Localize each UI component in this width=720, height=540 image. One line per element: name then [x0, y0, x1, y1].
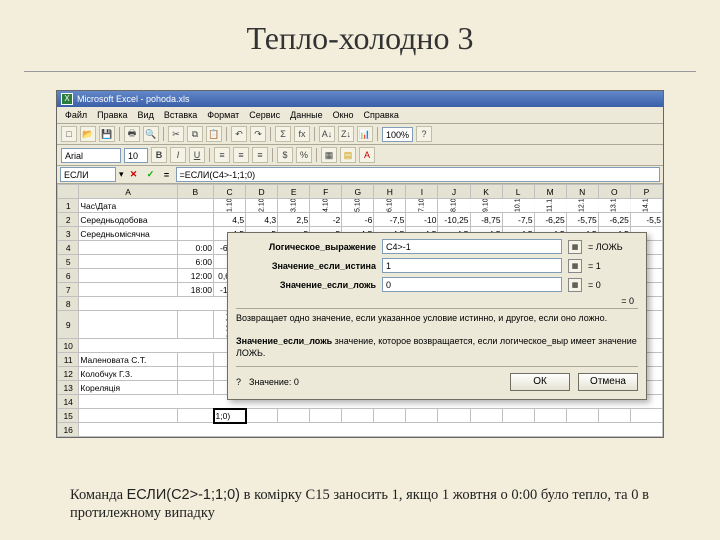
ref-picker-icon[interactable]: ▦	[568, 278, 582, 292]
formula-bar[interactable]: =ЕСЛИ(C4>-1;1;0)	[176, 167, 660, 182]
sort-asc-icon[interactable]: A↓	[319, 126, 335, 142]
cancel-icon[interactable]: ✕	[127, 169, 141, 180]
excel-window: X Microsoft Excel - pohoda.xls Файл Прав…	[56, 90, 664, 438]
standard-toolbar[interactable]: □ 📂 💾 🖶 🔍 ✂ ⧉ 📋 ↶ ↷ Σ fx A↓ Z↓ 📊 100% ?	[57, 124, 663, 145]
result-label: Значение: 0	[249, 377, 299, 387]
chart-icon[interactable]: 📊	[357, 126, 373, 142]
function-arguments-dialog[interactable]: Логическое_выражение ▦ = ЛОЖЬ Значение_е…	[227, 232, 647, 400]
row-2[interactable]: 2 Середньодобова 4,54,32,5-2 -6-7,5-10-1…	[58, 213, 663, 227]
function-description: Возвращает одно значение, если указанное…	[236, 308, 638, 360]
arg2-result: = 1	[588, 261, 638, 271]
cut-icon[interactable]: ✂	[168, 126, 184, 142]
italic-icon[interactable]: I	[170, 147, 186, 163]
redo-icon[interactable]: ↷	[250, 126, 266, 142]
copy-icon[interactable]: ⧉	[187, 126, 203, 142]
fill-color-icon[interactable]: ▤	[340, 147, 356, 163]
separator	[209, 148, 210, 162]
menu-tools[interactable]: Сервис	[245, 109, 284, 121]
arg2-label: Значение_если_истина	[236, 261, 376, 271]
formula-bar-row: ЕСЛИ ▾ ✕ ✓ = =ЕСЛИ(C4>-1;1;0)	[57, 166, 663, 184]
format-toolbar[interactable]: Arial 10 B I U ≡ ≡ ≡ $ % ▦ ▤ A	[57, 145, 663, 166]
ref-picker-icon[interactable]: ▦	[568, 259, 582, 273]
preview-icon[interactable]: 🔍	[143, 126, 159, 142]
separator	[272, 148, 273, 162]
open-icon[interactable]: 📂	[80, 126, 96, 142]
align-center-icon[interactable]: ≡	[233, 147, 249, 163]
window-titlebar: X Microsoft Excel - pohoda.xls	[57, 91, 663, 107]
arg1-result: = ЛОЖЬ	[588, 242, 638, 252]
currency-icon[interactable]: $	[277, 147, 293, 163]
font-color-icon[interactable]: A	[359, 147, 375, 163]
slide-caption: Команда ЕСЛИ(C2>-1;1;0) в комірку С15 за…	[70, 486, 660, 522]
separator	[270, 127, 271, 141]
slide-title: Тепло-холодно 3	[0, 0, 720, 71]
dropdown-icon[interactable]: ▾	[119, 169, 124, 180]
sum-icon[interactable]: Σ	[275, 126, 291, 142]
new-icon[interactable]: □	[61, 126, 77, 142]
print-icon[interactable]: 🖶	[124, 126, 140, 142]
ref-picker-icon[interactable]: ▦	[568, 240, 582, 254]
menu-help[interactable]: Справка	[360, 109, 403, 121]
col-headers: ABCD EFGH IJKL MNOP	[58, 185, 663, 199]
bold-icon[interactable]: B	[151, 147, 167, 163]
equals-icon[interactable]: =	[161, 170, 173, 180]
menu-format[interactable]: Формат	[203, 109, 243, 121]
paste-icon[interactable]: 📋	[206, 126, 222, 142]
formula-result-preview: = 0	[236, 296, 638, 306]
font-size-box[interactable]: 10	[124, 148, 148, 163]
menu-data[interactable]: Данные	[286, 109, 327, 121]
arg3-input[interactable]	[382, 277, 562, 292]
menu-file[interactable]: Файл	[61, 109, 91, 121]
worksheet[interactable]: ABCD EFGH IJKL MNOP 1 Час\Дата 1.102.10 …	[57, 184, 663, 437]
excel-icon: X	[61, 93, 73, 105]
row-15[interactable]: 15 1;0)	[58, 409, 663, 423]
arg3-label: Значение_если_ложь	[236, 280, 376, 290]
name-box[interactable]: ЕСЛИ	[60, 167, 116, 182]
arg3-result: = 0	[588, 280, 638, 290]
align-left-icon[interactable]: ≡	[214, 147, 230, 163]
help-icon[interactable]: ?	[416, 126, 432, 142]
arg2-input[interactable]	[382, 258, 562, 273]
separator	[314, 127, 315, 141]
separator	[163, 127, 164, 141]
divider	[24, 71, 696, 72]
menu-edit[interactable]: Правка	[93, 109, 131, 121]
app-title: Microsoft Excel - pohoda.xls	[77, 94, 190, 104]
sort-desc-icon[interactable]: Z↓	[338, 126, 354, 142]
menu-bar[interactable]: Файл Правка Вид Вставка Формат Сервис Да…	[57, 107, 663, 124]
arg1-label: Логическое_выражение	[236, 242, 376, 252]
separator	[377, 127, 378, 141]
enter-icon[interactable]: ✓	[144, 169, 158, 180]
row-1[interactable]: 1 Час\Дата 1.102.10 3.104.10 5.106.10 7.…	[58, 199, 663, 213]
menu-insert[interactable]: Вставка	[160, 109, 201, 121]
save-icon[interactable]: 💾	[99, 126, 115, 142]
active-cell[interactable]: 1;0)	[214, 409, 246, 423]
undo-icon[interactable]: ↶	[231, 126, 247, 142]
fx-icon[interactable]: fx	[294, 126, 310, 142]
separator	[316, 148, 317, 162]
help-icon[interactable]: ?	[236, 377, 241, 387]
underline-icon[interactable]: U	[189, 147, 205, 163]
font-name-box[interactable]: Arial	[61, 148, 121, 163]
arg1-input[interactable]	[382, 239, 562, 254]
zoom-box[interactable]: 100%	[382, 127, 413, 142]
menu-window[interactable]: Окно	[329, 109, 358, 121]
align-right-icon[interactable]: ≡	[252, 147, 268, 163]
percent-icon[interactable]: %	[296, 147, 312, 163]
menu-view[interactable]: Вид	[134, 109, 158, 121]
ok-button[interactable]: ОК	[510, 373, 570, 391]
cancel-button[interactable]: Отмена	[578, 373, 638, 391]
borders-icon[interactable]: ▦	[321, 147, 337, 163]
separator	[119, 127, 120, 141]
row-16[interactable]: 16	[58, 423, 663, 437]
separator	[226, 127, 227, 141]
